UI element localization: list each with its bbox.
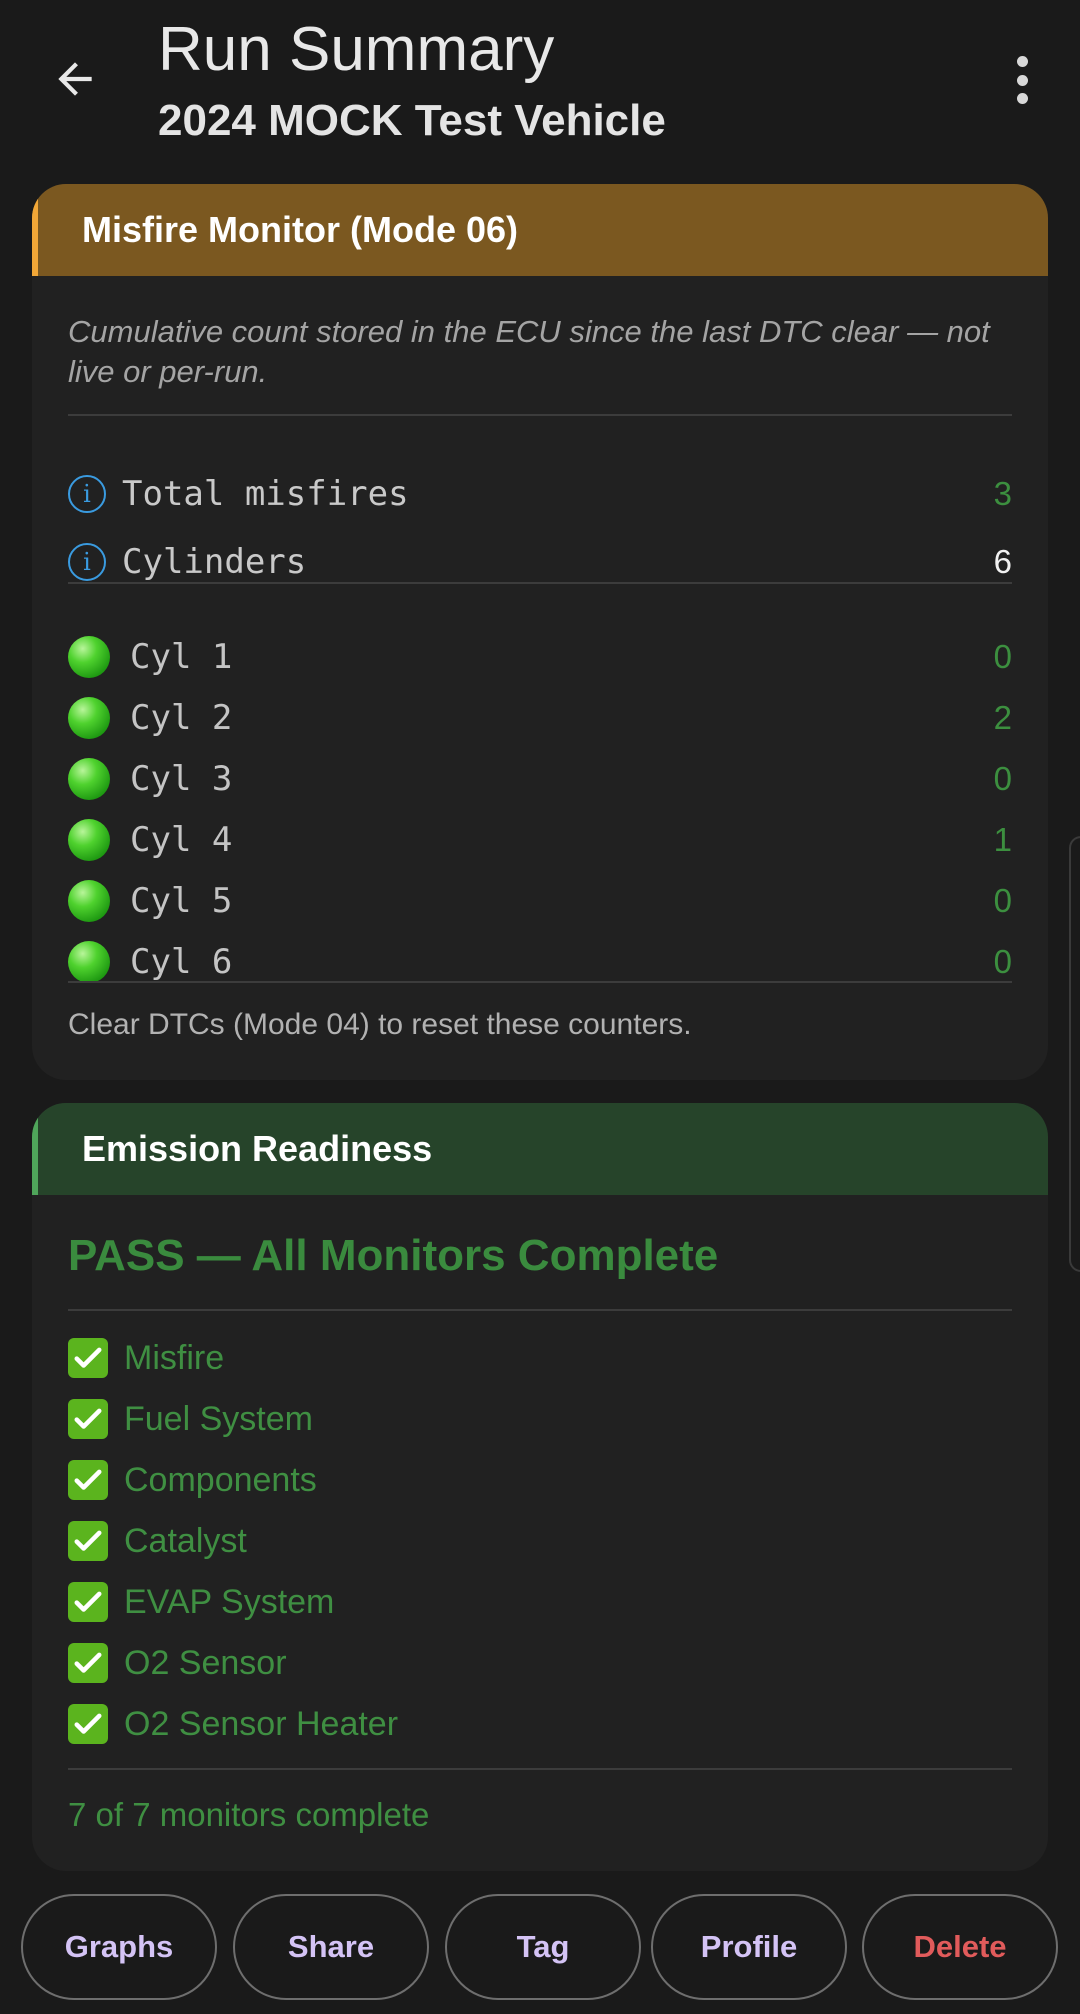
cylinder-misfire-count: 1 (993, 821, 1012, 858)
cylinder-row: Cyl 4 1 (68, 813, 1012, 867)
cylinder-misfire-count: 0 (993, 760, 1012, 797)
cylinder-misfire-count: 0 (993, 943, 1012, 980)
cylinder-misfire-count: 2 (993, 699, 1012, 736)
check-mark-icon (68, 1460, 108, 1500)
monitor-row: EVAP System (68, 1575, 1012, 1629)
check-mark-icon (68, 1399, 108, 1439)
check-mark-icon (68, 1704, 108, 1744)
cylinders-label: Cylinders (122, 542, 307, 582)
cylinder-row: Cyl 2 2 (68, 691, 1012, 745)
more-vertical-icon (1016, 56, 1028, 67)
monitor-label: Catalyst (124, 1521, 247, 1560)
cylinder-label: Cyl 2 (130, 698, 233, 738)
delete-button[interactable]: Delete (862, 1894, 1058, 2000)
misfire-note: Cumulative count stored in the ECU since… (68, 314, 990, 389)
status-ok-icon (68, 880, 110, 922)
monitor-label: O2 Sensor Heater (124, 1704, 399, 1743)
emission-card-title: Emission Readiness (32, 1103, 1048, 1195)
info-icon[interactable]: i (68, 543, 106, 581)
monitor-row: Catalyst (68, 1514, 1012, 1568)
monitors-summary: 7 of 7 monitors complete (68, 1796, 430, 1833)
status-ok-icon (68, 636, 110, 678)
monitor-label: O2 Sensor (124, 1643, 287, 1682)
emission-readiness-card: Emission Readiness PASS — All Monitors C… (32, 1103, 1048, 1871)
check-mark-icon (68, 1338, 108, 1378)
misfire-card-title: Misfire Monitor (Mode 06) (32, 184, 1048, 276)
monitor-label: Components (124, 1460, 317, 1499)
readiness-status: PASS — All Monitors Complete (68, 1231, 719, 1280)
cylinders-value: 6 (993, 543, 1012, 580)
page-title: Run Summary (158, 15, 555, 84)
cylinder-row: Cyl 3 0 (68, 752, 1012, 806)
misfire-monitor-card: Misfire Monitor (Mode 06) Cumulative cou… (32, 184, 1048, 1080)
total-misfires-row: i Total misfires 3 (68, 466, 1012, 522)
divider (68, 981, 1012, 983)
divider (68, 582, 1012, 584)
check-mark-icon (68, 1643, 108, 1683)
status-ok-icon (68, 758, 110, 800)
divider (68, 1768, 1012, 1770)
cylinder-row: Cyl 1 0 (68, 630, 1012, 684)
top-app-bar: Run Summary 2024 MOCK Test Vehicle (0, 0, 1080, 170)
cylinder-row: Cyl 5 0 (68, 874, 1012, 928)
check-mark-icon (68, 1582, 108, 1622)
check-mark-icon (68, 1521, 108, 1561)
cylinder-label: Cyl 1 (130, 637, 233, 677)
status-ok-icon (68, 697, 110, 739)
tag-button[interactable]: Tag (445, 1894, 641, 2000)
graphs-button[interactable]: Graphs (21, 1894, 217, 2000)
monitor-row: O2 Sensor Heater (68, 1697, 1012, 1751)
vehicle-name: 2024 MOCK Test Vehicle (158, 96, 666, 145)
cylinder-label: Cyl 3 (130, 759, 233, 799)
monitor-label: Fuel System (124, 1399, 313, 1438)
cylinder-label: Cyl 6 (130, 942, 233, 982)
cylinder-label: Cyl 5 (130, 881, 233, 921)
share-button[interactable]: Share (233, 1894, 429, 2000)
monitor-row: Fuel System (68, 1392, 1012, 1446)
divider (68, 1309, 1012, 1311)
total-misfires-label: Total misfires (122, 474, 409, 514)
back-button[interactable] (40, 44, 110, 114)
overflow-menu-button[interactable] (1000, 50, 1044, 110)
monitor-row: O2 Sensor (68, 1636, 1012, 1690)
monitor-label: Misfire (124, 1338, 225, 1377)
cylinder-misfire-count: 0 (993, 638, 1012, 675)
monitor-label: EVAP System (124, 1582, 335, 1621)
status-ok-icon (68, 819, 110, 861)
cylinder-misfire-count: 0 (993, 882, 1012, 919)
profile-button[interactable]: Profile (651, 1894, 847, 2000)
divider (68, 414, 1012, 416)
misfire-footnote: Clear DTCs (Mode 04) to reset these coun… (68, 1008, 692, 1041)
arrow-left-icon (58, 62, 92, 96)
status-ok-icon (68, 941, 110, 983)
edge-scroll-handle[interactable] (1069, 836, 1080, 1272)
monitor-row: Misfire (68, 1331, 1012, 1385)
info-icon[interactable]: i (68, 475, 106, 513)
cylinder-label: Cyl 4 (130, 820, 233, 860)
monitor-row: Components (68, 1453, 1012, 1507)
total-misfires-value: 3 (993, 475, 1012, 512)
